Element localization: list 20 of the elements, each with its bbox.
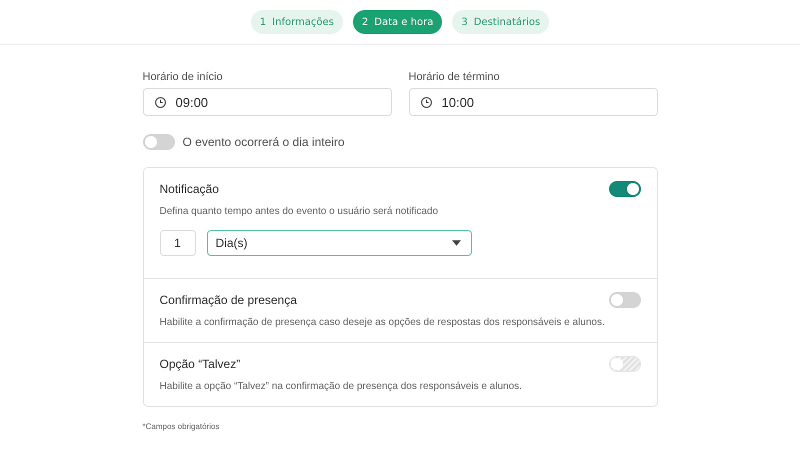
time-field[interactable]: 09:00	[142, 88, 392, 116]
setting-title: Opção “Talvez”	[160, 357, 240, 371]
caret-icon	[452, 240, 460, 246]
toggle-label: O evento ocorrerá o dia inteiro	[182, 135, 345, 149]
clock-icon	[420, 96, 432, 108]
toggle-switch[interactable]	[608, 181, 640, 197]
amount-field[interactable]: 1	[160, 230, 196, 256]
setting-description: Habilite a confirmação de presença caso deseje as opções de respostas dos responsáveis e alunos.	[160, 317, 606, 328]
setting-title: Confirmação de presença	[160, 293, 297, 307]
setting-title: Notificação	[160, 182, 219, 196]
field-label: Horário de início	[142, 71, 224, 83]
setting-description: Defina quanto tempo antes do evento o usuário será notificado	[160, 206, 440, 217]
field-label: Horário de término	[408, 71, 501, 83]
toggle-switch[interactable]	[142, 134, 174, 150]
time-field[interactable]: 10:00	[408, 88, 658, 116]
toggle-switch[interactable]	[608, 292, 640, 308]
setting-description: Habilite a opção “Talvez” na confirmação de presença dos responsáveis e alunos.	[160, 381, 523, 392]
clock-icon	[154, 96, 166, 108]
footnote: *Campos obrigatórios	[142, 422, 220, 431]
unit-dropdown[interactable]: Dia(s)	[206, 230, 472, 256]
